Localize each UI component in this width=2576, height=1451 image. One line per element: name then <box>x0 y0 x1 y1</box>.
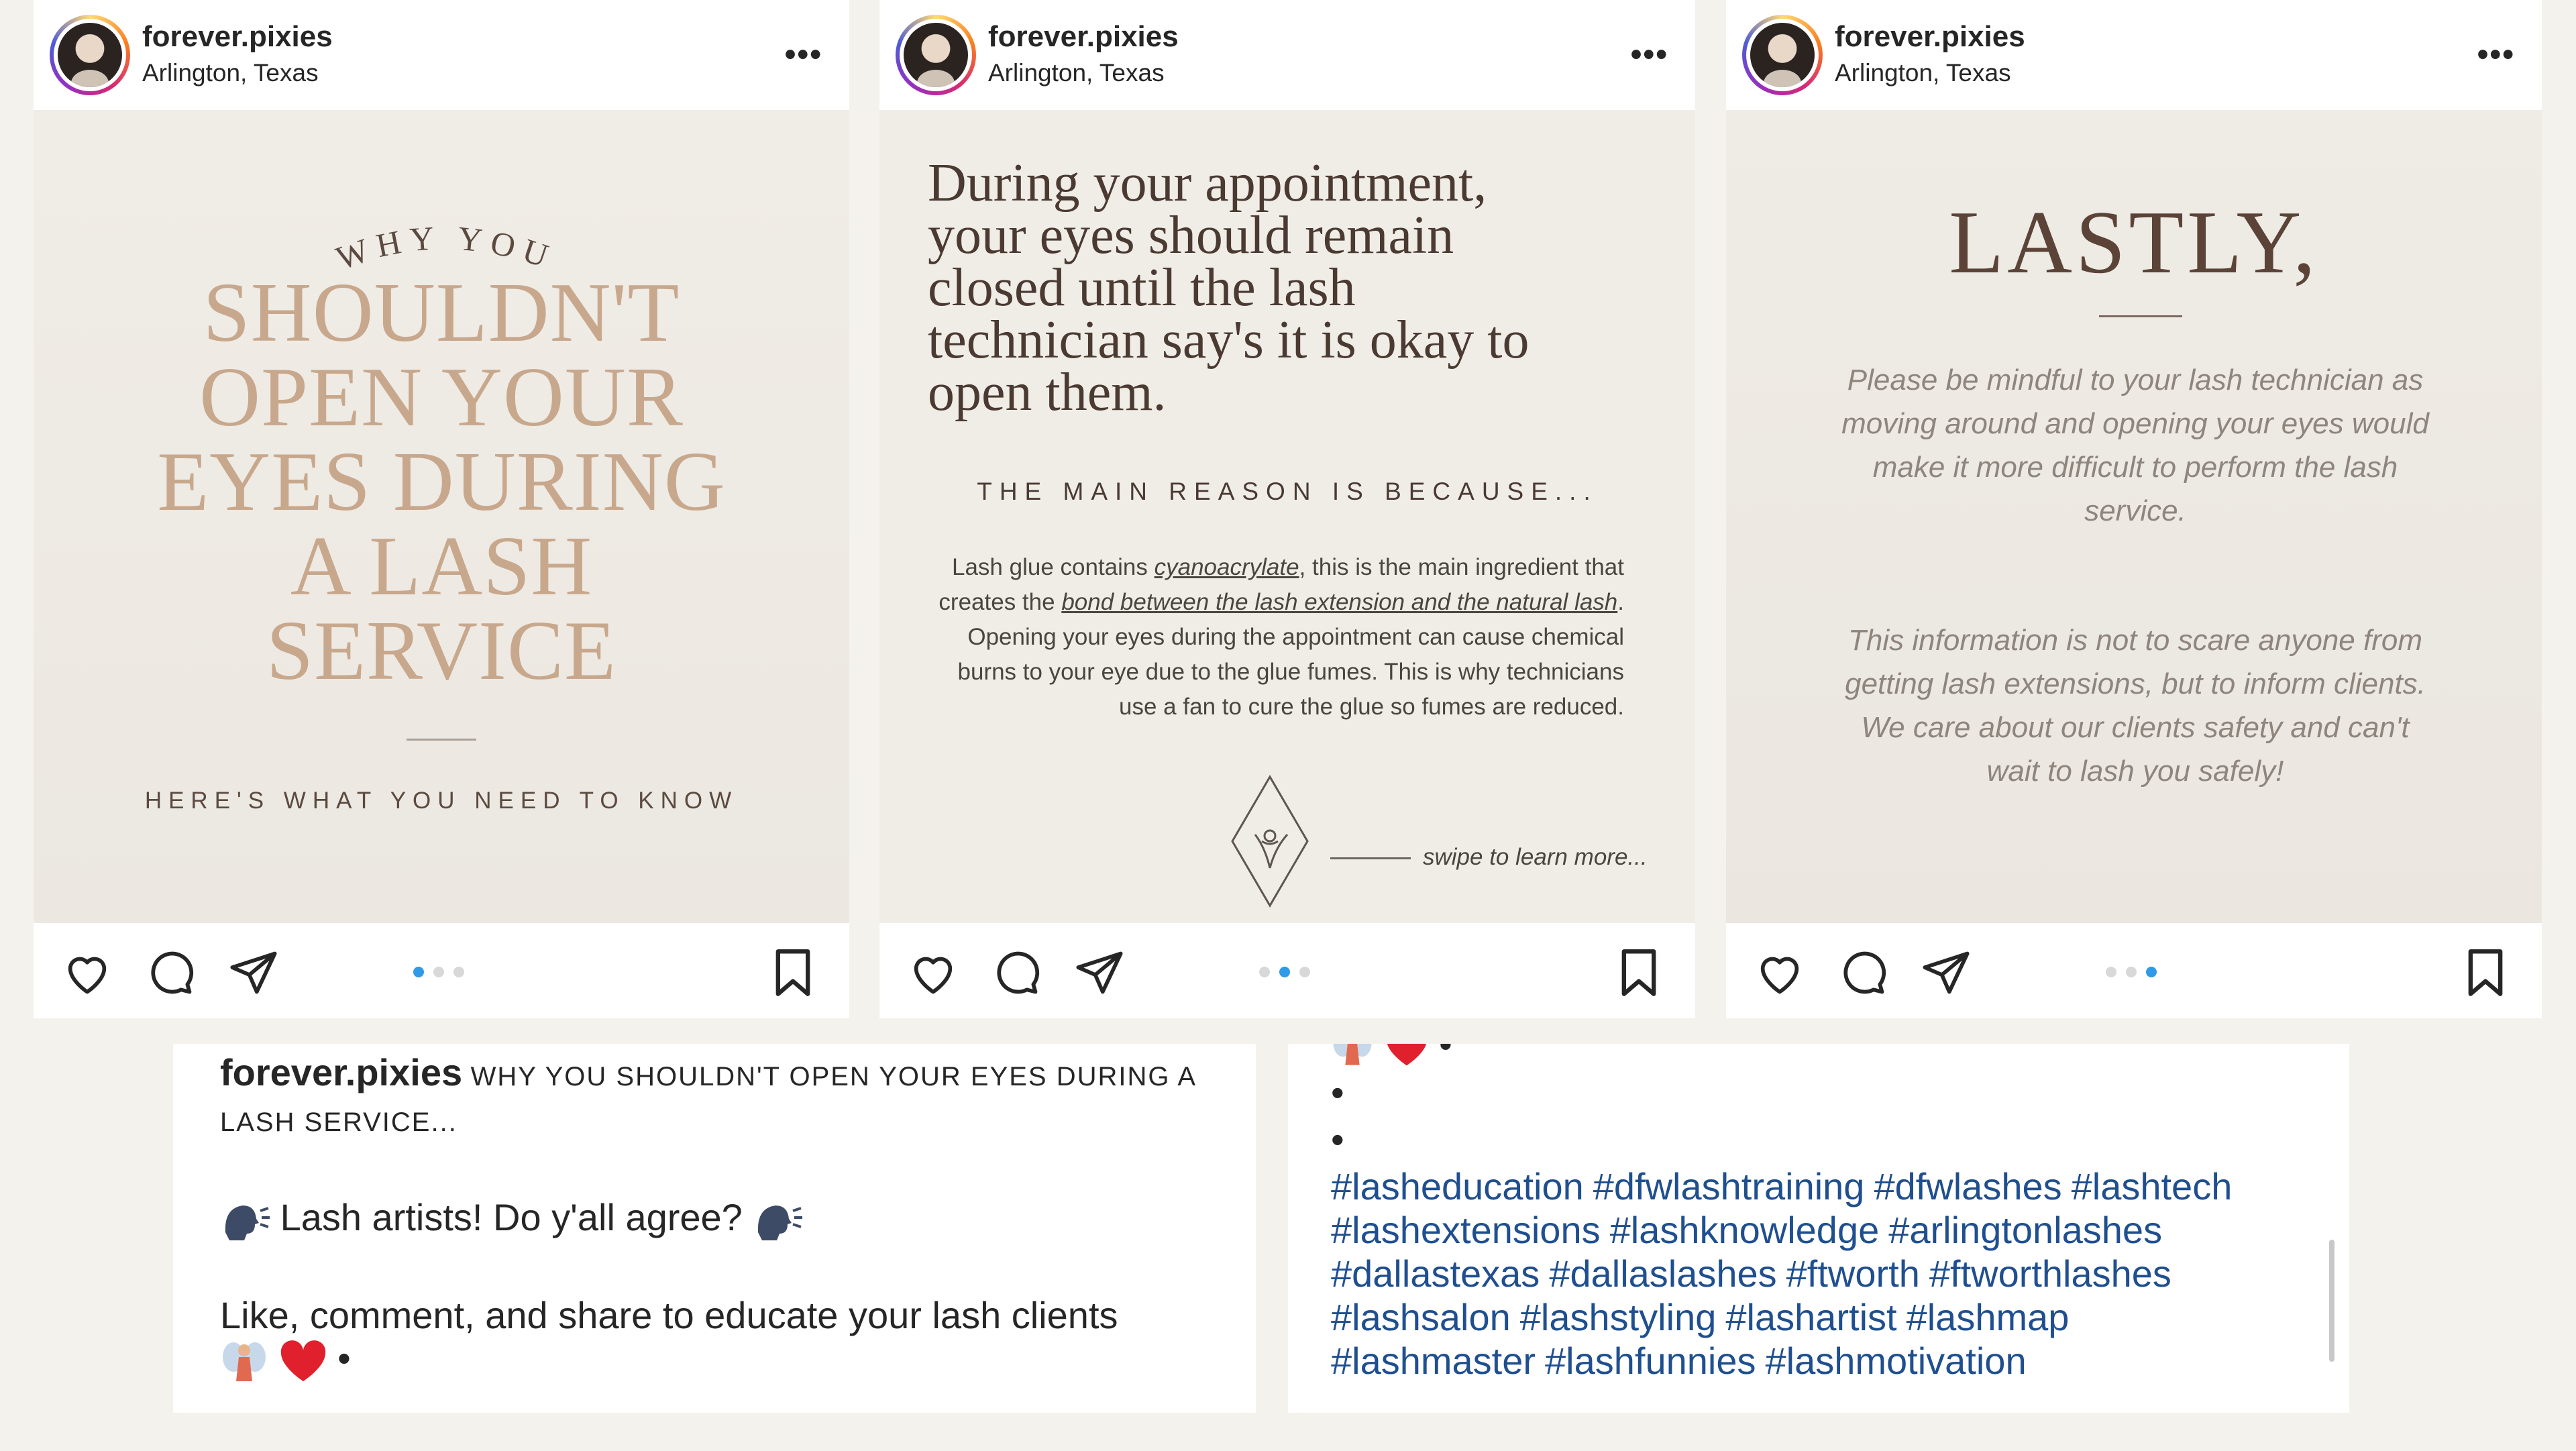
hashtag-link[interactable]: #lashmap <box>1907 1296 2070 1338</box>
carousel-dots <box>1259 967 1320 980</box>
post-header: forever.pixies Arlington, Texas ••• <box>1726 0 2542 110</box>
post-image[interactable]: During your appointment, your eyes shoul… <box>879 110 1695 923</box>
caption-bullet: • <box>1331 1118 1344 1161</box>
caption-bullet: • <box>1331 1071 1344 1114</box>
hashtag-link[interactable]: #dallastexas <box>1331 1252 1540 1295</box>
hashtag-link[interactable]: #lashstyling <box>1520 1296 1717 1338</box>
location[interactable]: Arlington, Texas <box>142 59 319 87</box>
slide-body: Lash glue contains cyanoacrylate, this i… <box>938 554 1624 720</box>
comment-icon[interactable] <box>991 947 1042 998</box>
caption-emoji-row: • <box>220 1336 351 1385</box>
post-2: forever.pixies Arlington, Texas ••• Duri… <box>879 0 1695 1018</box>
hashtag-link[interactable]: #ftworthlashes <box>1929 1252 2171 1295</box>
caption-panel-right[interactable]: • • • #lasheducation #dfwlashtraining #dfw… <box>1288 1044 2349 1413</box>
location[interactable]: Arlington, Texas <box>1835 59 2011 87</box>
username[interactable]: forever.pixies <box>988 20 1179 54</box>
caption-headline: forever.pixies WHY YOU SHOULDN'T OPEN YO… <box>220 1051 1226 1144</box>
slide-title: During your appointment, your eyes shoul… <box>928 154 1529 422</box>
heart-icon[interactable] <box>908 947 959 998</box>
bookmark-icon[interactable] <box>1617 947 1660 998</box>
carousel-dot <box>2126 967 2137 977</box>
post-image[interactable]: WHY YOU SHOULDN'T OPEN YOUR EYES DURING … <box>34 110 849 923</box>
avatar[interactable] <box>50 15 130 95</box>
hashtag-link[interactable]: #dfwlashes <box>1874 1165 2061 1207</box>
avatar[interactable] <box>896 15 976 95</box>
reason-heading: THE MAIN REASON IS BECAUSE... <box>977 478 1598 505</box>
post-header: forever.pixies Arlington, Texas ••• <box>879 0 1695 110</box>
more-icon[interactable]: ••• <box>785 36 822 73</box>
fairy-icon <box>1333 1044 1372 1065</box>
action-bar <box>34 923 849 1018</box>
red-heart-icon <box>1387 1044 1426 1066</box>
speaking-head-icon <box>758 1205 803 1241</box>
location[interactable]: Arlington, Texas <box>988 59 1165 87</box>
carousel-dot <box>1279 967 1290 977</box>
hashtag-link[interactable]: #lashartist <box>1725 1296 1896 1338</box>
action-bar <box>879 923 1695 1018</box>
slide-title: SHOULDN'T OPEN YOUR EYES DURING A LASH S… <box>157 266 726 698</box>
post-image[interactable]: LASTLY, Please be mindful to your lash t… <box>1726 110 2542 923</box>
carousel-dot <box>1259 967 1270 977</box>
share-icon[interactable] <box>228 947 279 998</box>
carousel-dot <box>2106 967 2116 977</box>
carousel-dot <box>2146 967 2157 977</box>
link-cyanoacrylate: cyanoacrylate <box>1154 554 1299 580</box>
bookmark-icon[interactable] <box>771 947 814 998</box>
comment-icon[interactable] <box>1837 947 1888 998</box>
carousel-dot <box>413 967 424 977</box>
action-bar <box>1726 923 2542 1018</box>
share-icon[interactable] <box>1074 947 1125 998</box>
post-3: forever.pixies Arlington, Texas ••• LAST… <box>1726 0 2542 1018</box>
more-icon[interactable]: ••• <box>2477 36 2515 73</box>
hashtag-link[interactable]: #arlingtonlashes <box>1888 1209 2162 1251</box>
slide-paragraph: Please be mindful to your lash technicia… <box>1841 364 2429 527</box>
slide-paragraph: This information is not to scare anyone … <box>1845 624 2426 788</box>
post-1: forever.pixies Arlington, Texas ••• WHY … <box>34 0 849 1018</box>
diamond-flower-icon <box>1231 775 1309 908</box>
divider <box>2099 315 2182 317</box>
divider <box>407 739 476 741</box>
username[interactable]: forever.pixies <box>142 20 333 54</box>
swipe-rule <box>1330 857 1411 859</box>
link-bond: bond between the lash extension and the … <box>1061 589 1618 615</box>
share-icon[interactable] <box>1921 947 1972 998</box>
carousel-dots <box>2106 967 2166 980</box>
red-heart-icon <box>280 1340 325 1382</box>
hashtag-link[interactable]: #dfwlashtraining <box>1593 1165 1865 1207</box>
carousel-dots <box>413 967 474 980</box>
hashtag-link[interactable]: #lasheducation <box>1331 1165 1584 1207</box>
post-header: forever.pixies Arlington, Texas ••• <box>34 0 849 110</box>
hashtag-link[interactable]: #lashmotivation <box>1765 1340 2026 1382</box>
caption-emoji-row: • <box>1331 1044 1452 1069</box>
hashtag-link[interactable]: #lashfunnies <box>1545 1340 1756 1382</box>
hashtag-link[interactable]: #ftworth <box>1786 1252 1920 1295</box>
slide-title: LASTLY, <box>1949 193 2319 292</box>
more-icon[interactable]: ••• <box>1631 36 1668 73</box>
slide-subtitle: HERE'S WHAT YOU NEED TO KNOW <box>144 788 739 814</box>
heart-icon[interactable] <box>1754 947 1805 998</box>
caption-username[interactable]: forever.pixies <box>220 1051 462 1093</box>
hashtag-link[interactable]: #lashmaster <box>1331 1340 1536 1382</box>
heart-icon[interactable] <box>62 947 113 998</box>
speaking-head-icon <box>225 1205 270 1241</box>
swipe-hint: swipe to learn more... <box>1423 844 1648 870</box>
caption-question: Lash artists! Do y'all agree? <box>220 1195 803 1242</box>
carousel-dot <box>1299 967 1310 977</box>
hashtag-link[interactable]: #lashknowledge <box>1610 1209 1880 1251</box>
hashtag-link[interactable]: #lashextensions <box>1331 1209 1601 1251</box>
carousel-dot <box>433 967 444 977</box>
hashtag-list: #lasheducation #dfwlashtraining #dfwlashes… <box>1331 1165 2304 1383</box>
carousel-dot <box>453 967 464 977</box>
caption-cta: Like, comment, and share to educate your… <box>220 1294 1118 1336</box>
bookmark-icon[interactable] <box>2464 947 2507 998</box>
caption-panel-left: forever.pixies WHY YOU SHOULDN'T OPEN YO… <box>173 1044 1256 1413</box>
username[interactable]: forever.pixies <box>1835 20 2025 54</box>
fairy-icon <box>223 1342 266 1382</box>
scrollbar[interactable] <box>2329 1240 2334 1362</box>
hashtag-link[interactable]: #lashsalon <box>1331 1296 1511 1338</box>
comment-icon[interactable] <box>145 947 196 998</box>
avatar[interactable] <box>1742 15 1823 95</box>
hashtag-link[interactable]: #lashtech <box>2072 1165 2233 1207</box>
hashtag-link[interactable]: #dallaslashes <box>1549 1252 1776 1295</box>
